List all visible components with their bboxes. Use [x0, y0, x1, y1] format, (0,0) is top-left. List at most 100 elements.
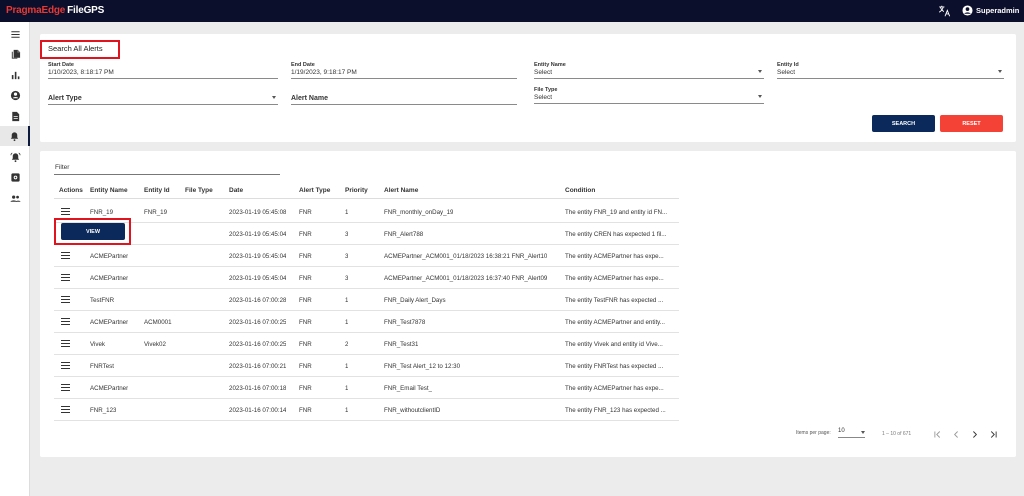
alert-name-input[interactable]: Alert Name: [291, 90, 517, 105]
row-actions-menu-icon[interactable]: [61, 406, 70, 413]
column-header-entity-id[interactable]: Entity Id: [144, 187, 170, 194]
column-header-alert-name[interactable]: Alert Name: [384, 187, 418, 194]
column-header-alert-type[interactable]: Alert Type: [299, 187, 330, 194]
table-row[interactable]: ACMEPartner 2023-01-19 05:45:04 FNR 3 ACMEPa…: [54, 267, 679, 289]
start-date-field[interactable]: Start Date 1/10/2023, 8:18:17 PM: [48, 62, 278, 79]
sidebar-item-alert-config[interactable]: [0, 147, 30, 167]
search-button[interactable]: SEARCH: [872, 115, 935, 132]
items-per-page-select[interactable]: 10: [838, 428, 865, 438]
sidebar-item-files[interactable]: [0, 44, 30, 64]
chevron-down-icon: [861, 431, 865, 434]
filter-placeholder: Filter: [55, 164, 70, 171]
cell-condition: The entity ACMEPartner has expe...: [565, 275, 664, 282]
alert-name-label: Alert Name: [291, 95, 328, 102]
table-row[interactable]: FNRTest 2023-01-16 07:00:21 FNR 1 FNR_Test A…: [54, 355, 679, 377]
next-page-button[interactable]: [968, 428, 980, 440]
table-row[interactable]: ACMEPartner 2023-01-19 05:45:04 FNR 3 ACMEPa…: [54, 245, 679, 267]
row-actions-menu-icon[interactable]: [61, 362, 70, 369]
search-panel: Search All Alerts Start Date 1/10/2023, …: [40, 34, 1016, 142]
entity-name-label: Entity Name: [534, 62, 566, 68]
entity-id-select[interactable]: Entity Id Select: [777, 62, 1004, 79]
entity-name-select[interactable]: Entity Name Select: [534, 62, 764, 79]
alert-type-select[interactable]: Alert Type: [48, 90, 278, 105]
column-header-condition[interactable]: Condition: [565, 187, 595, 194]
table-row[interactable]: FNR_123 2023-01-16 07:00:14 FNR 1 FNR_withou…: [54, 399, 679, 421]
cell-date: 2023-01-16 07:00:28: [229, 297, 287, 304]
column-header-entity-name[interactable]: Entity Name: [90, 187, 128, 194]
cell-date: 2023-01-19 05:45:04: [229, 275, 287, 282]
table-row[interactable]: TestFNR 2023-01-16 07:00:28 FNR 1 FNR_Daily …: [54, 289, 679, 311]
reset-button[interactable]: RESET: [940, 115, 1003, 132]
cell-date: 2023-01-16 07:00:21: [229, 363, 287, 370]
row-actions-menu-icon[interactable]: [61, 384, 70, 391]
entity-name-value: Select: [534, 69, 553, 76]
cell-alert-name: FNR_Email Test_: [384, 385, 433, 392]
app-logo[interactable]: PragmaEdge FileGPS: [6, 5, 104, 16]
cell-date: 2023-01-16 07:00:25: [229, 341, 287, 348]
column-header-date[interactable]: Date: [229, 187, 243, 194]
top-app-bar: PragmaEdge FileGPS Superadmin: [0, 0, 1024, 22]
row-actions-menu-icon[interactable]: [61, 340, 70, 347]
end-date-field[interactable]: End Date 1/19/2023, 9:18:17 PM: [291, 62, 517, 79]
menu-icon: [10, 30, 20, 38]
cell-condition: The entity Vivek and entity id Vive...: [565, 341, 663, 348]
filter-input[interactable]: Filter: [54, 161, 280, 175]
table-row[interactable]: Vivek Vivek02 2023-01-16 07:00:25 FNR 2 FNR_T…: [54, 333, 679, 355]
cell-date: 2023-01-16 07:00:14: [229, 407, 287, 414]
cell-alert-type: FNR: [299, 407, 312, 414]
row-actions-menu-icon[interactable]: [61, 318, 70, 325]
sidebar-item-analytics[interactable]: [0, 65, 30, 85]
cell-priority: 1: [345, 209, 349, 216]
sidebar-menu-toggle[interactable]: [0, 24, 30, 44]
cell-entity-id: Vivek02: [144, 341, 166, 348]
first-page-button[interactable]: [931, 428, 943, 440]
table-row[interactable]: ACMEPartner ACM0001 2023-01-16 07:00:25 FNR…: [54, 311, 679, 333]
table-row[interactable]: ACMEPartner 2023-01-16 07:00:18 FNR 1 FNR_Em…: [54, 377, 679, 399]
sidebar-item-users[interactable]: [0, 188, 30, 208]
table-row[interactable]: 2023-01-19 05:45:04 FNR 3 FNR_Alert788 The e…: [54, 223, 679, 245]
bar-chart-icon: [11, 71, 19, 79]
row-actions-menu-icon[interactable]: [61, 208, 70, 215]
column-header-file-type[interactable]: File Type: [185, 187, 213, 194]
last-page-icon: [990, 430, 997, 438]
cell-priority: 1: [345, 319, 349, 326]
last-page-button[interactable]: [987, 428, 999, 440]
sidebar-item-reports[interactable]: [0, 106, 30, 126]
cell-alert-type: FNR: [299, 253, 312, 260]
cell-entity-id: FNR_19: [144, 209, 168, 216]
cell-condition: The entity FNRTest has expected ...: [565, 363, 664, 370]
items-per-page-label: Items per page:: [796, 430, 831, 436]
row-actions-menu-icon[interactable]: [61, 274, 70, 281]
cell-priority: 1: [345, 297, 349, 304]
cell-condition: The entity ACMEPartner has expe...: [565, 253, 664, 260]
sidebar-item-alerts[interactable]: [0, 126, 30, 146]
sidebar-item-settings[interactable]: [0, 167, 30, 187]
table-row[interactable]: FNR_19 FNR_19 2023-01-19 05:45:08 FNR 1 FNR_m…: [54, 201, 679, 223]
cell-date: 2023-01-16 07:00:25: [229, 319, 287, 326]
row-actions-menu-icon[interactable]: [61, 252, 70, 259]
column-header-priority[interactable]: Priority: [345, 187, 368, 194]
start-date-value: 1/10/2023, 8:18:17 PM: [48, 69, 114, 76]
cell-alert-type: FNR: [299, 209, 312, 216]
cell-condition: The entity FNR_123 has expected ...: [565, 407, 666, 414]
sidebar-item-account[interactable]: [0, 85, 30, 105]
cell-entity-name: ACMEPartner: [90, 253, 129, 260]
cell-alert-name: FNR_Test Alert_12 to 12:30: [384, 363, 461, 370]
first-page-icon: [933, 430, 940, 438]
cell-alert-type: FNR: [299, 319, 312, 326]
column-header-actions[interactable]: Actions: [59, 187, 83, 194]
document-icon: [11, 111, 19, 121]
file-type-select[interactable]: File Type Select: [534, 87, 764, 104]
chevron-down-icon: [272, 96, 276, 99]
cell-priority: 2: [345, 341, 349, 348]
user-menu[interactable]: Superadmin: [962, 5, 1019, 16]
cell-alert-type: FNR: [299, 385, 312, 392]
cell-date: 2023-01-16 07:00:18: [229, 385, 287, 392]
translate-icon[interactable]: [938, 5, 952, 17]
start-date-label: Start Date: [48, 62, 74, 68]
cell-priority: 1: [345, 363, 349, 370]
previous-page-button[interactable]: [950, 428, 962, 440]
view-button[interactable]: VIEW: [61, 223, 125, 240]
row-actions-menu-icon[interactable]: [61, 296, 70, 303]
items-per-page-value: 10: [838, 428, 845, 434]
